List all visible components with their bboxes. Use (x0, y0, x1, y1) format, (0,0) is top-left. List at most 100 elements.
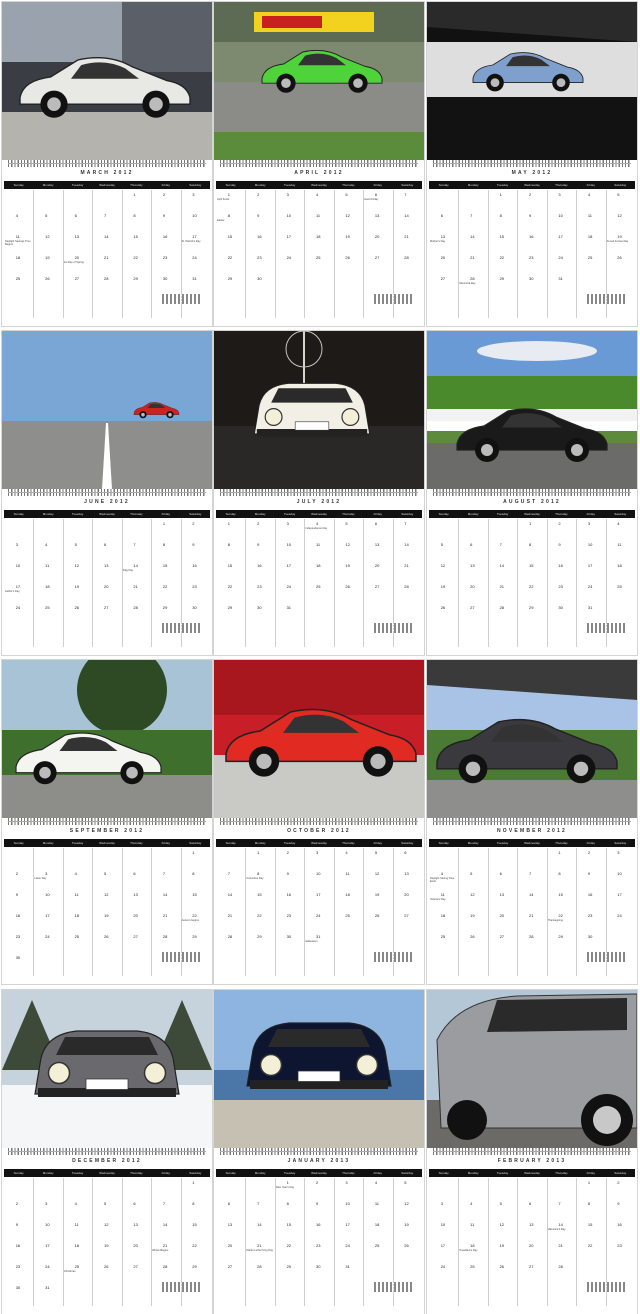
day-number: 16 (162, 234, 168, 239)
day-number: 19 (470, 913, 475, 918)
holiday-note: Flag Day (122, 569, 134, 572)
weekday-label: Monday (42, 841, 54, 845)
day-number: 13 (133, 1222, 138, 1227)
day-number: 26 (617, 255, 622, 260)
day-number: 8 (192, 1201, 195, 1206)
day-number: 24 (192, 255, 197, 260)
day-number: 27 (529, 1264, 534, 1269)
porsche-photo (427, 331, 637, 489)
day-number: 5 (45, 213, 48, 218)
weekday-label: Friday (373, 841, 382, 845)
weekday-label: Thursday (130, 841, 143, 845)
column-divider (487, 848, 489, 976)
day-number: 8 (257, 871, 260, 876)
weekday-label: Sunday (13, 841, 24, 845)
day-number: 25 (374, 1243, 380, 1248)
day-number: 14 (499, 563, 505, 568)
day-number: 17 (45, 1243, 50, 1248)
porsche-photo (2, 990, 212, 1148)
day-number: 27 (227, 1264, 233, 1269)
weekday-label: Friday (373, 1171, 382, 1175)
column-divider (274, 519, 276, 647)
weekday-label: Tuesday (283, 183, 296, 187)
day-number: 8 (133, 213, 136, 218)
weekday-label: Saturday (189, 1171, 202, 1175)
next-month-mini-calendar (587, 623, 627, 633)
spiral-binding (8, 160, 206, 167)
column-divider (487, 1178, 489, 1306)
day-number: 29 (227, 605, 233, 610)
day-number: 24 (45, 934, 50, 939)
day-number: 13 (440, 234, 446, 239)
day-number: 29 (227, 276, 233, 281)
holiday-note: April Fools (217, 198, 230, 201)
day-number: 28 (470, 276, 475, 281)
day-number: 3 (286, 521, 289, 526)
day-number: 13 (74, 234, 80, 239)
day-number: 14 (257, 1222, 262, 1227)
next-month-mini-calendar (587, 952, 627, 962)
porsche-photo (2, 660, 212, 818)
weekday-label: Monday (254, 512, 266, 516)
day-number: 22 (192, 1243, 197, 1248)
day-number: 2 (617, 1180, 620, 1185)
column-divider (274, 1178, 276, 1306)
weekday-label: Saturday (401, 1171, 414, 1175)
day-number: 5 (404, 1180, 407, 1185)
day-number: 12 (404, 1201, 409, 1206)
weekday-label: Monday (254, 841, 266, 845)
day-number: 21 (558, 1243, 563, 1248)
column-divider (304, 848, 306, 976)
day-number: 26 (404, 1243, 409, 1248)
day-number: 23 (15, 1264, 21, 1269)
day-number: 23 (257, 584, 262, 589)
day-number: 21 (404, 234, 409, 239)
next-month-mini-calendar (374, 1282, 414, 1292)
day-number: 4 (74, 871, 77, 876)
day-number: 5 (374, 850, 378, 855)
spiral-binding (220, 1148, 418, 1155)
day-number: 4 (74, 1201, 77, 1206)
day-number: 13 (404, 871, 409, 876)
column-divider (92, 519, 94, 647)
day-number: 11 (316, 213, 321, 218)
weekday-header: Sunday Monday Tuesday Wednesday Thursday Frid… (4, 1169, 210, 1177)
day-number: 17 (587, 563, 593, 568)
calendar-page: JANUARY 2013 Sunday Monday Tuesday Wednesday… (214, 990, 424, 1314)
column-divider (245, 848, 247, 976)
day-number: 11 (374, 1201, 379, 1206)
day-number: 1 (227, 521, 230, 526)
weekday-label: Sunday (438, 512, 449, 516)
day-number: 4 (345, 850, 348, 855)
day-number: 12 (374, 871, 380, 876)
day-number: 21 (404, 563, 409, 568)
day-number: 27 (133, 934, 138, 939)
day-number: 17 (440, 1243, 446, 1248)
weekday-label: Wednesday (524, 1171, 540, 1175)
day-number: 9 (162, 213, 166, 218)
next-month-mini-calendar (162, 623, 202, 633)
day-number: 2 (286, 850, 289, 855)
day-number: 8 (499, 213, 502, 218)
day-number: 30 (162, 276, 168, 281)
day-number: 19 (404, 1222, 409, 1227)
weekday-label: Thursday (342, 512, 355, 516)
month-grid: 1 2 3 4 5 6 7 8 9 10 11 12 13 14 15 16 17 18 19 20 21 22 23 24 2… (216, 190, 422, 318)
column-divider (92, 1178, 94, 1306)
column-divider (363, 1178, 365, 1306)
day-number: 2 (15, 871, 18, 876)
day-number: 11 (617, 542, 622, 547)
day-number: 27 (499, 934, 505, 939)
day-number: 6 (470, 542, 473, 547)
weekday-label: Sunday (438, 183, 449, 187)
day-number: 28 (133, 605, 138, 610)
day-number: 20 (499, 913, 505, 918)
column-divider (33, 190, 35, 318)
day-number: 1 (587, 1180, 591, 1185)
weekday-label: Monday (467, 1171, 479, 1175)
column-divider (576, 519, 578, 647)
day-number: 24 (440, 1264, 446, 1269)
day-number: 7 (499, 542, 502, 547)
column-divider (62, 848, 64, 976)
day-number: 29 (133, 276, 138, 281)
